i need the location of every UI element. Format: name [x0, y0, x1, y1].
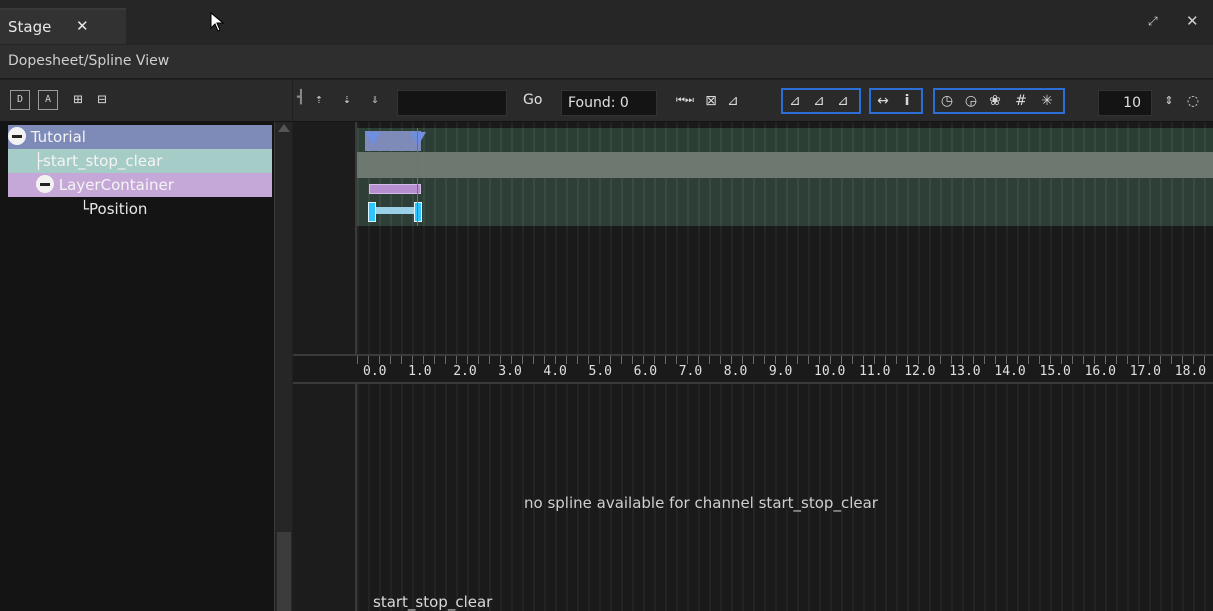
range-start-marker-icon[interactable]: [365, 132, 381, 146]
tab-stage[interactable]: Stage ✕: [0, 8, 126, 44]
mouse-cursor-icon: [210, 12, 224, 32]
ruler-labels: 0.0 1.0 2.0 3.0 4.0 5.0 6.0 7.0 8.0 9.0 10.0 11.0 12…: [357, 364, 1213, 384]
ruler-label: 17.0: [1129, 364, 1161, 379]
ruler-label: 12.0: [904, 364, 936, 379]
ruler-label: 9.0: [768, 364, 793, 379]
view-title-bar: Dopesheet/Spline View: [0, 46, 1213, 79]
found-count: Found: 0: [561, 90, 657, 116]
spline-gutter: [293, 384, 357, 611]
spline-mode-1-icon[interactable]: ⊿: [785, 90, 805, 112]
spline-view[interactable]: no spline available for channel start_st…: [293, 384, 1213, 611]
group-icon[interactable]: ❀: [985, 90, 1005, 112]
spline-mode-2-icon[interactable]: ⊿: [809, 90, 829, 112]
refresh-icon[interactable]: ◌: [1183, 90, 1203, 112]
channel-tree: Tutorial ├start_stop_clear LayerContaine…: [0, 122, 292, 611]
tree-item-start-stop-clear[interactable]: ├start_stop_clear: [8, 149, 272, 173]
tree-branch-icon: ├: [34, 152, 44, 170]
clock-icon[interactable]: ◷: [937, 90, 957, 112]
ruler-label: 7.0: [678, 364, 703, 379]
ruler-label: 15.0: [1039, 364, 1071, 379]
spline-channel-label: start_stop_clear: [373, 593, 493, 611]
ruler-label: 16.0: [1084, 364, 1116, 379]
tree-scrollbar[interactable]: [274, 122, 292, 611]
layer-container-bar[interactable]: [369, 184, 421, 194]
ruler-label: 11.0: [859, 364, 891, 379]
tree-branch-icon: └: [80, 200, 90, 218]
ruler-label: 14.0: [994, 364, 1026, 379]
ruler-label: 6.0: [633, 364, 658, 379]
splitter-handle-icon[interactable]: ┫: [297, 90, 305, 105]
info-icon[interactable]: i: [897, 90, 917, 112]
ruler-label: 4.0: [543, 364, 567, 379]
keyframe[interactable]: [368, 202, 376, 222]
tree-toolbar: D A ⊞ ⊟: [0, 80, 292, 122]
key-delete-icon[interactable]: ⊟: [92, 90, 112, 110]
dopesheet[interactable]: 0.0 1.0 2.0 3.0 4.0 5.0 6.0 7.0 8.0 9.0 10.0 11.0 12…: [293, 122, 1213, 611]
ruler-label: 2.0: [453, 364, 477, 379]
tab-bar: Stage ✕ ⤢ ✕: [0, 0, 1213, 46]
tree-item-layer-container[interactable]: LayerContainer: [8, 173, 272, 197]
collapse-icon[interactable]: [8, 127, 26, 145]
close-window-icon[interactable]: ✕: [1186, 12, 1199, 30]
ruler-label: 5.0: [588, 364, 612, 379]
tree-item-label: Position: [89, 200, 148, 218]
snap-icon[interactable]: ✳: [1037, 90, 1057, 112]
grid-icon[interactable]: #: [1011, 90, 1031, 112]
filter-icon[interactable]: ⇓: [371, 92, 379, 107]
range-end-marker-icon[interactable]: [410, 132, 426, 146]
ruler-label: 1.0: [408, 364, 432, 379]
value-field[interactable]: 10: [1098, 90, 1152, 116]
scroll-thumb[interactable]: [277, 532, 291, 611]
track-tutorial[interactable]: [357, 128, 1213, 152]
key-insert-icon[interactable]: ⊞: [68, 90, 88, 110]
playhead[interactable]: [417, 128, 418, 226]
clock-alt-icon[interactable]: ◶: [961, 90, 981, 112]
ruler-label: 0.0: [363, 364, 387, 379]
ruler-label: 13.0: [949, 364, 981, 379]
scroll-down-icon[interactable]: ⇣: [343, 92, 351, 107]
tree-item-label: start_stop_clear: [43, 152, 163, 170]
goto-start-end-icon[interactable]: ⏮⏭: [675, 90, 695, 112]
graph-icon[interactable]: ⊠: [701, 90, 721, 112]
search-input[interactable]: [397, 90, 507, 116]
tree-add-icon[interactable]: A: [38, 90, 58, 110]
time-ruler[interactable]: 0.0 1.0 2.0 3.0 4.0 5.0 6.0 7.0 8.0 9.0 10.0 11.0 12…: [293, 354, 1213, 384]
ruler-label: 18.0: [1174, 364, 1207, 379]
tree-item-position[interactable]: └Position: [8, 197, 272, 221]
tab-stage-label: Stage: [8, 18, 52, 36]
spinner-icon[interactable]: ⇕: [1159, 90, 1179, 112]
ruler-label: 3.0: [498, 364, 522, 379]
spline-message: no spline available for channel start_st…: [524, 494, 878, 512]
line-icon[interactable]: ⊿: [723, 90, 743, 112]
go-button[interactable]: Go: [523, 92, 542, 108]
tree-item-label: Tutorial: [30, 128, 86, 146]
tree-item-label: LayerContainer: [58, 176, 174, 194]
ruler-label: 8.0: [723, 364, 748, 379]
maximize-icon[interactable]: ⤢: [1148, 14, 1158, 29]
ruler-ticks: [357, 356, 1213, 364]
main-toolbar: ┫ ⇡ ⇣ ⇓ Go Found: 0 ⏮⏭ ⊠ ⊿ ⊿ ⊿ ⊿ ↔ i ◷ ◶…: [293, 80, 1213, 122]
collapse-icon[interactable]: [36, 175, 54, 193]
tree-dopesheet-icon[interactable]: D: [10, 90, 30, 110]
spline-mode-3-icon[interactable]: ⊿: [833, 90, 853, 112]
ruler-label: 10.0: [814, 364, 846, 379]
scroll-up-icon[interactable]: ⇡: [315, 92, 323, 107]
keyframe[interactable]: [414, 202, 422, 222]
move-icon[interactable]: ↔: [873, 90, 893, 112]
tree-item-tutorial[interactable]: Tutorial: [8, 125, 272, 149]
track-start-stop-clear[interactable]: [357, 152, 1213, 178]
scroll-up-arrow-icon[interactable]: [278, 124, 290, 132]
track-layer-container[interactable]: [357, 178, 1213, 226]
view-title: Dopesheet/Spline View: [8, 53, 170, 69]
close-tab-icon[interactable]: ✕: [76, 17, 89, 35]
